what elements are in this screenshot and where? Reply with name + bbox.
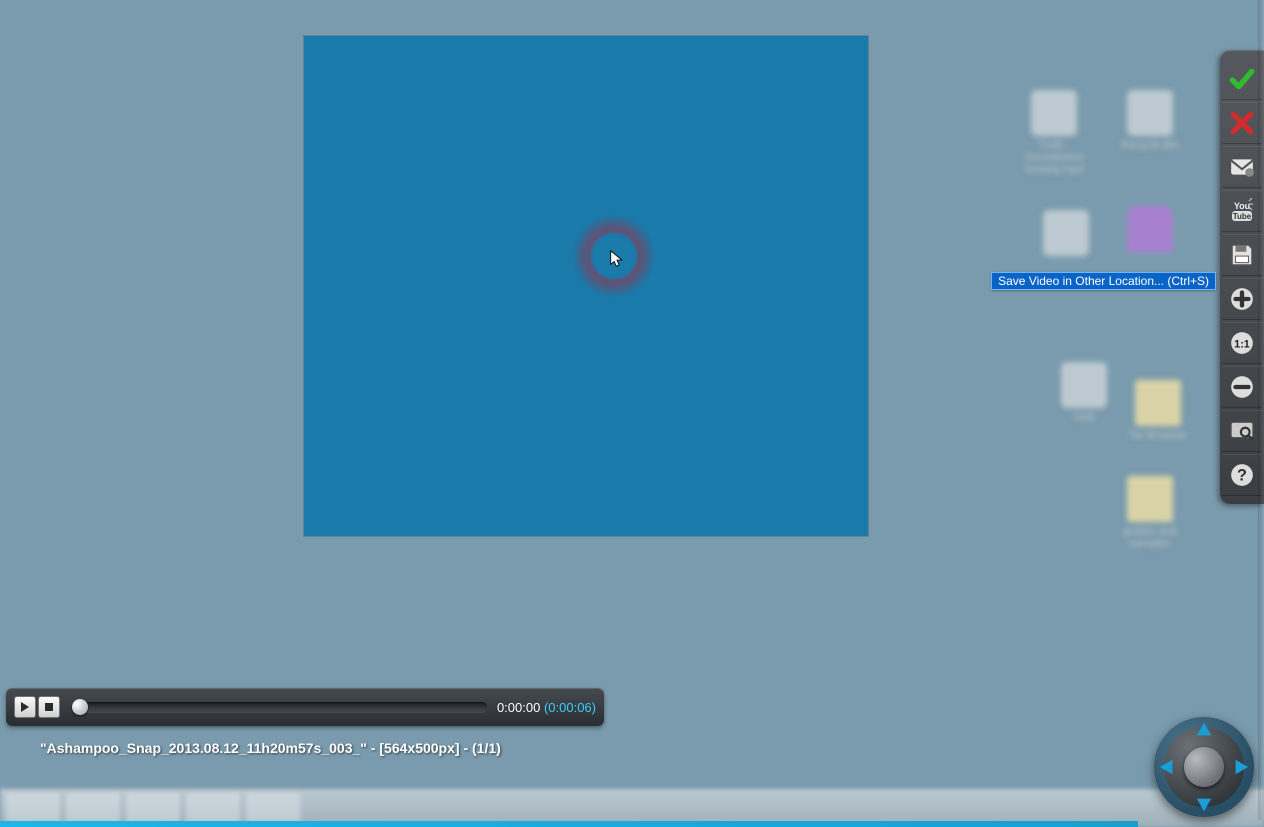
save-button[interactable] <box>1222 234 1262 276</box>
pan-down-icon[interactable] <box>1195 795 1213 813</box>
pan-navigator[interactable] <box>1154 717 1254 817</box>
time-display: 0:00:00 (0:00:06) <box>497 700 596 715</box>
vertical-scrollbar[interactable] <box>1258 0 1264 820</box>
email-button[interactable] <box>1222 146 1262 188</box>
floppy-icon <box>1229 242 1255 268</box>
current-time: 0:00:00 <box>497 700 540 715</box>
svg-text:Tube: Tube <box>1233 212 1252 221</box>
seek-thumb[interactable] <box>72 699 88 715</box>
svg-text:1:1: 1:1 <box>1234 338 1250 350</box>
close-icon <box>1229 110 1255 136</box>
magnify-screen-icon <box>1229 418 1255 444</box>
zoom-in-button[interactable] <box>1222 278 1262 320</box>
video-preview[interactable] <box>304 36 868 536</box>
help-button[interactable]: ? <box>1222 454 1262 496</box>
taskbar-button[interactable] <box>186 793 240 823</box>
seek-track[interactable] <box>72 702 487 712</box>
help-icon: ? <box>1229 462 1255 488</box>
desktop-icon <box>1110 206 1190 256</box>
stop-button[interactable] <box>38 696 60 718</box>
tooltip-save-video: Save Video in Other Location... (Ctrl+S) <box>991 272 1216 290</box>
desktop-icon <box>1026 210 1106 260</box>
zoom-1to1-button[interactable]: 1:1 <box>1222 322 1262 364</box>
duration-time: (0:00:06) <box>544 700 596 715</box>
pan-up-icon[interactable] <box>1195 721 1213 739</box>
envelope-icon <box>1229 154 1255 180</box>
plus-icon <box>1229 286 1255 312</box>
play-button[interactable] <box>14 696 36 718</box>
minus-icon <box>1229 374 1255 400</box>
desktop-icon: Truth - Surveillance Society.mp3 <box>1014 90 1094 176</box>
check-icon <box>1229 66 1255 92</box>
cursor-icon <box>610 250 624 270</box>
zoom-out-button[interactable] <box>1222 366 1262 408</box>
one-to-one-icon: 1:1 <box>1229 330 1255 356</box>
fullscreen-button[interactable] <box>1222 410 1262 452</box>
capture-caption: "Ashampoo_Snap_2013.08.12_11h20m57s_003_… <box>40 740 501 756</box>
desktop-icon: guides and samples <box>1110 476 1190 550</box>
playback-bar: 0:00:00 (0:00:06) <box>6 688 604 726</box>
svg-text:You: You <box>1234 201 1250 211</box>
desktop-icon: Recycle Bin <box>1110 90 1190 152</box>
desktop-icon: mob <box>1044 362 1124 424</box>
svg-text:?: ? <box>1237 466 1247 484</box>
accept-button[interactable] <box>1222 58 1262 100</box>
taskbar-button[interactable] <box>126 793 180 823</box>
start-button[interactable] <box>6 793 60 823</box>
discard-button[interactable] <box>1222 102 1262 144</box>
pan-right-icon[interactable] <box>1232 758 1250 776</box>
taskbar-button[interactable] <box>246 793 300 823</box>
youtube-button[interactable]: You Tube <box>1222 190 1262 232</box>
desktop-icon: Tor Browser <box>1118 380 1198 442</box>
progress-strip <box>0 821 1138 827</box>
youtube-icon: You Tube <box>1229 198 1255 224</box>
taskbar-button[interactable] <box>66 793 120 823</box>
pan-left-icon[interactable] <box>1158 758 1176 776</box>
pan-center[interactable] <box>1184 747 1224 787</box>
